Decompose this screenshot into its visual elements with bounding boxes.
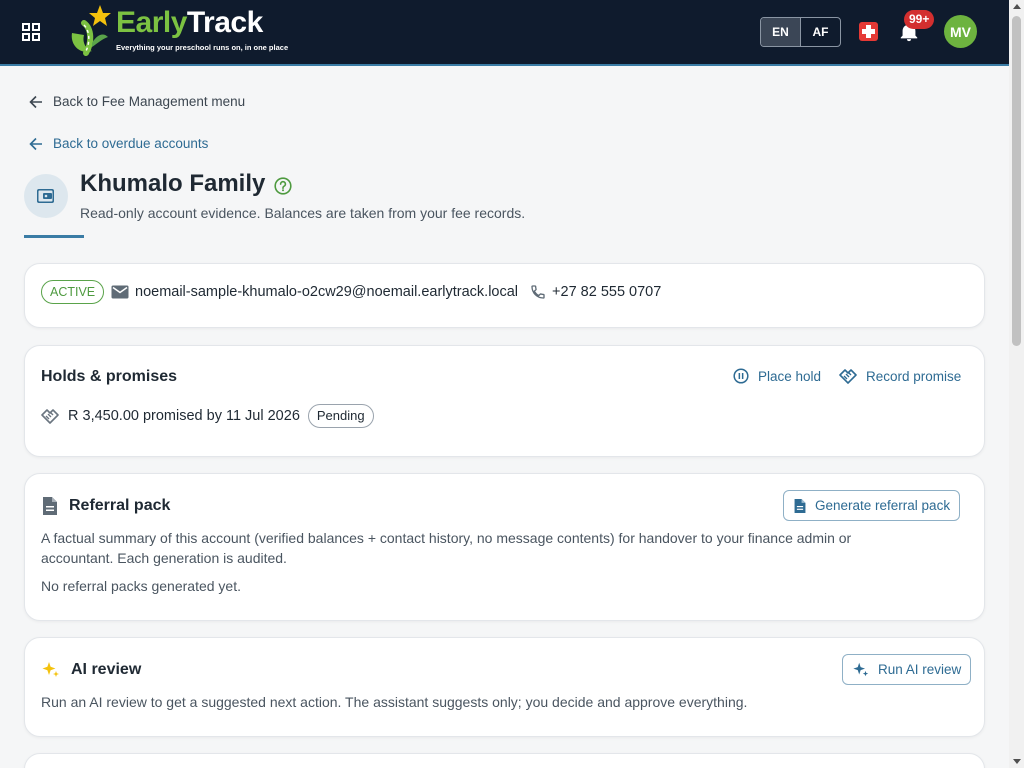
promise-status-badge: Pending bbox=[307, 404, 374, 428]
logo-wordmark: EarlyTrack bbox=[116, 6, 263, 39]
referral-heading: Referral pack bbox=[41, 496, 170, 516]
first-aid-icon[interactable] bbox=[859, 22, 878, 41]
scroll-up-arrow-icon[interactable] bbox=[1013, 4, 1021, 9]
page-title: Khumalo Family bbox=[80, 170, 266, 197]
place-hold-button[interactable]: Place hold bbox=[733, 368, 821, 384]
document-icon bbox=[794, 498, 806, 513]
scrollbar[interactable] bbox=[1009, 0, 1024, 768]
sparkle-icon bbox=[853, 662, 869, 676]
logo[interactable]: EarlyTrack Everything your preschool run… bbox=[62, 3, 288, 59]
promise-row: R 3,450.00 promised by 11 Jul 2026 Pendi… bbox=[41, 404, 374, 428]
mail-icon bbox=[111, 285, 129, 299]
back-to-overdue-label: Back to overdue accounts bbox=[53, 136, 209, 151]
referral-empty-state: No referral packs generated yet. bbox=[41, 578, 241, 594]
scroll-down-arrow-icon[interactable] bbox=[1013, 759, 1021, 764]
referral-title: Referral pack bbox=[69, 497, 171, 514]
handshake-icon bbox=[41, 409, 59, 424]
record-promise-button[interactable]: Record promise bbox=[839, 368, 961, 384]
lang-af-button[interactable]: AF bbox=[801, 18, 840, 46]
contact-phone[interactable]: +27 82 555 0707 bbox=[552, 284, 661, 300]
ai-review-description: Run an AI review to get a suggested next… bbox=[41, 694, 748, 710]
help-icon[interactable] bbox=[274, 177, 292, 195]
phone-icon bbox=[531, 285, 545, 299]
avatar[interactable]: MV bbox=[944, 15, 977, 48]
referral-card: Referral pack Generate referral pack A f… bbox=[24, 473, 985, 621]
referral-description-line-2: accountant. Each generation is audited. bbox=[41, 550, 287, 566]
ai-review-heading: AI review bbox=[41, 660, 141, 680]
arrow-left-icon bbox=[29, 95, 42, 108]
page-subtitle: Read-only account evidence. Balances are… bbox=[80, 205, 526, 221]
status-badge: ACTIVE bbox=[41, 280, 105, 304]
language-toggle: EN AF bbox=[760, 17, 841, 47]
sparkle-icon bbox=[42, 662, 59, 677]
top-bar: EarlyTrack Everything your preschool run… bbox=[0, 0, 1009, 66]
apps-grid-icon[interactable] bbox=[22, 23, 40, 41]
arrow-left-icon bbox=[29, 137, 42, 150]
logo-mark-icon bbox=[71, 5, 111, 56]
contact-row: noemail-sample-khumalo-o2cw29@noemail.ea… bbox=[111, 284, 661, 300]
contact-email[interactable]: noemail-sample-khumalo-o2cw29@noemail.ea… bbox=[135, 284, 518, 300]
ai-review-card: AI review Run AI review Run an AI review… bbox=[24, 637, 985, 737]
back-to-menu-link[interactable]: Back to Fee Management menu bbox=[29, 94, 245, 109]
record-promise-label: Record promise bbox=[866, 368, 962, 384]
run-ai-review-label: Run AI review bbox=[878, 662, 962, 677]
back-to-menu-label: Back to Fee Management menu bbox=[53, 94, 246, 109]
next-card bbox=[24, 753, 985, 768]
back-to-overdue-link[interactable]: Back to overdue accounts bbox=[29, 136, 208, 151]
generate-referral-pack-label: Generate referral pack bbox=[815, 498, 951, 513]
ai-review-title: AI review bbox=[71, 661, 142, 678]
logo-tagline: Everything your preschool runs on, in on… bbox=[116, 43, 289, 52]
title-underline bbox=[24, 235, 84, 238]
scroll-thumb[interactable] bbox=[1012, 16, 1021, 346]
holds-card: Holds & promises Place hold Record promi… bbox=[24, 345, 985, 457]
holds-title: Holds & promises bbox=[41, 368, 178, 385]
run-ai-review-button[interactable]: Run AI review bbox=[842, 654, 972, 685]
generate-referral-pack-button[interactable]: Generate referral pack bbox=[783, 490, 961, 521]
pause-circle-icon bbox=[733, 368, 749, 384]
promise-text: R 3,450.00 promised by 11 Jul 2026 bbox=[68, 408, 300, 424]
wallet-icon bbox=[24, 174, 68, 218]
place-hold-label: Place hold bbox=[758, 368, 822, 384]
referral-description-line-1: A factual summary of this account (verif… bbox=[41, 530, 852, 546]
document-icon bbox=[43, 497, 57, 515]
lang-en-button[interactable]: EN bbox=[761, 18, 801, 46]
contact-card: ACTIVE noemail-sample-khumalo-o2cw29@noe… bbox=[24, 263, 985, 328]
notification-badge: 99+ bbox=[904, 10, 935, 29]
handshake-icon bbox=[839, 369, 857, 384]
